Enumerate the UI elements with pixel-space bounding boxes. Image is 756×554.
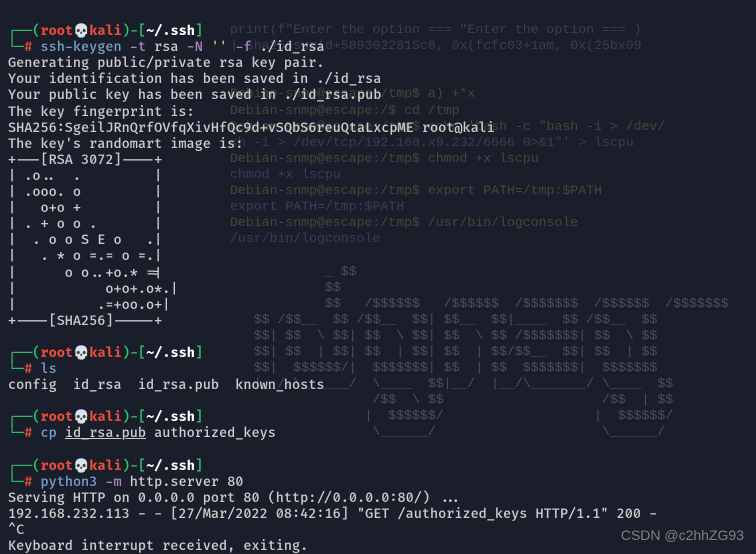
output-line: Your public key has been saved in ./id_r… [8, 88, 381, 104]
output-line: SHA256:SgeilJRnQrfOVfqXivHfQc9d+vSQbS6re… [8, 121, 495, 137]
watermark-text: CSDN @c2hhZG93 [621, 527, 744, 544]
command-line: └─# ls [8, 362, 57, 378]
randomart-line: +---[RSA 3072]----+ [8, 153, 162, 169]
output-line: Keyboard interrupt received, exiting. [8, 539, 308, 554]
output-line: Generating public/private rsa key pair. [8, 56, 325, 72]
randomart-line: | .=+oo.o+| [8, 298, 170, 314]
output-line: Serving HTTP on 0.0.0.0 port 80 (http://… [8, 491, 462, 507]
prompt-line: ┌──(root💀kali)-[~/.ssh] [8, 346, 203, 362]
randomart-line: | o+o+.o*.| [8, 282, 178, 298]
randomart-line: | o+o + | [8, 201, 162, 217]
output-line: config id_rsa id_rsa.pub known_hosts [8, 378, 325, 394]
output-line: ^C [8, 523, 24, 539]
randomart-line: | o o..+o.* =| [8, 266, 162, 282]
command-line: └─# python3 -m http.server 80 [8, 475, 243, 491]
randomart-line: +----[SHA256]-----+ [8, 314, 162, 330]
output-line: Your identification has been saved in ./… [8, 72, 381, 88]
randomart-line: | . * o =.= o =.| [8, 249, 162, 265]
command-line: └─# cp id_rsa.pub authorized_keys [8, 426, 276, 442]
prompt-line: ┌──(root💀kali)-[~/.ssh] [8, 24, 203, 40]
output-line: The key's randomart image is: [8, 137, 243, 153]
output-line: The key fingerprint is: [8, 105, 195, 121]
randomart-line: | . o o S E o .| [8, 233, 162, 249]
prompt-line: ┌──(root💀kali)-[~/.ssh] [8, 459, 203, 475]
command-line: └─# ssh-keygen -t rsa -N '' -f ./id_rsa [8, 40, 325, 56]
randomart-line: | .o.. . | [8, 169, 162, 185]
randomart-line: | .ooo. o | [8, 185, 162, 201]
output-line: 192.168.232.113 - - [27/Mar/2022 08:42:1… [8, 507, 657, 523]
randomart-line: | . + o o . | [8, 217, 162, 233]
prompt-line: ┌──(root💀kali)-[~/.ssh] [8, 410, 203, 426]
terminal-output[interactable]: ┌──(root💀kali)-[~/.ssh] └─# ssh-keygen -… [0, 0, 756, 554]
